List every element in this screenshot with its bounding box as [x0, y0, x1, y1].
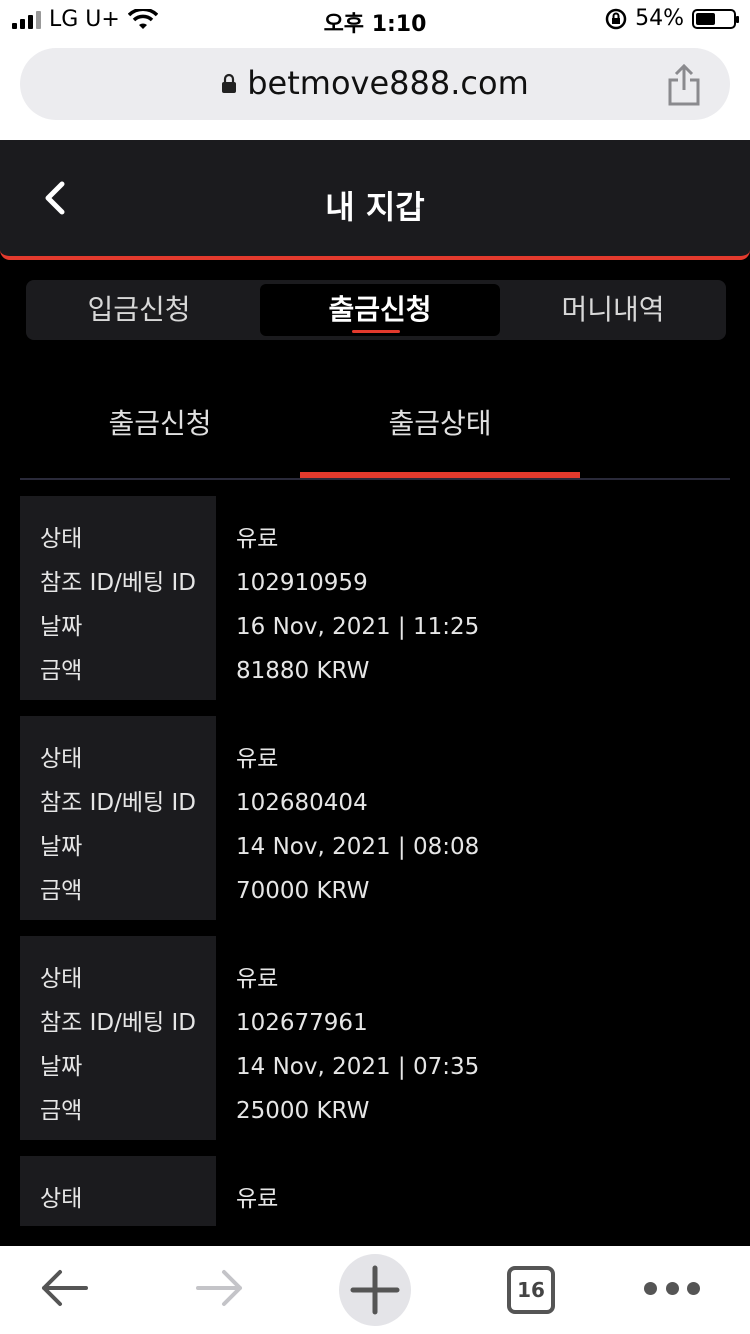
url-display[interactable]: betmove888.com [20, 64, 730, 102]
label-status: 상태 [40, 746, 83, 772]
value-ref-id: 102677961 [236, 1010, 368, 1036]
record-values: 유료 102910959 16 Nov, 2021 | 11:25 81880 … [236, 496, 479, 698]
nav-forward-icon[interactable] [194, 1268, 246, 1308]
value-ref-id: 102910959 [236, 570, 368, 596]
label-status: 상태 [40, 526, 83, 552]
battery-icon [692, 8, 739, 29]
label-date: 날짜 [40, 1054, 83, 1080]
value-status: 유료 [236, 746, 279, 772]
tabs-button[interactable]: 16 [507, 1266, 555, 1314]
subtab-withdraw-request[interactable]: 출금신청 [20, 402, 300, 442]
label-status: 상태 [40, 1186, 83, 1212]
record-values: 유료 [236, 1156, 278, 1226]
value-status: 유료 [236, 526, 279, 552]
tab-label: 입금신청 [87, 293, 191, 326]
tab-deposit-request[interactable]: 입금신청 [26, 284, 252, 336]
label-ref-id: 참조 ID/베팅 ID [40, 790, 196, 816]
record-labels: 상태 [20, 1156, 216, 1226]
more-options-icon[interactable] [644, 1282, 700, 1298]
value-amount: 81880 KRW [236, 658, 370, 684]
plus-icon [350, 1265, 400, 1315]
withdraw-records-list[interactable]: 상태 참조 ID/베팅 ID 날짜 금액 유료 102910959 16 Nov… [20, 496, 730, 1226]
status-bar: LG U+ 오후 1:10 54% [0, 0, 750, 40]
url-text: betmove888.com [247, 64, 529, 102]
list-item: 상태 참조 ID/베팅 ID 날짜 금액 유료 102677961 14 Nov… [20, 936, 730, 1140]
record-labels: 상태 참조 ID/베팅 ID 날짜 금액 [20, 936, 216, 1140]
list-item: 상태 참조 ID/베팅 ID 날짜 금액 유료 102910959 16 Nov… [20, 496, 730, 700]
browser-chrome-top: LG U+ 오후 1:10 54% betmove888.com [0, 0, 750, 140]
record-labels: 상태 참조 ID/베팅 ID 날짜 금액 [20, 496, 216, 700]
label-amount: 금액 [40, 658, 83, 684]
active-subtab-indicator [300, 472, 580, 478]
battery-percent: 54% [635, 6, 684, 31]
label-ref-id: 참조 ID/베팅 ID [40, 570, 196, 596]
value-date: 16 Nov, 2021 | 11:25 [236, 614, 480, 640]
record-values: 유료 102677961 14 Nov, 2021 | 07:35 25000 … [236, 936, 479, 1138]
value-date: 14 Nov, 2021 | 07:35 [236, 1054, 480, 1080]
label-ref-id: 참조 ID/베팅 ID [40, 1010, 196, 1036]
page-title: 내 지갑 [325, 188, 425, 226]
record-labels: 상태 참조 ID/베팅 ID 날짜 금액 [20, 716, 216, 920]
tab-withdraw-request[interactable]: 출금신청 [260, 284, 500, 336]
label-amount: 금액 [40, 878, 83, 904]
subtab-withdraw-status[interactable]: 출금상태 [300, 402, 580, 442]
label-amount: 금액 [40, 1098, 83, 1124]
label-date: 날짜 [40, 834, 83, 860]
value-ref-id: 102680404 [236, 790, 368, 816]
label-date: 날짜 [40, 614, 83, 640]
browser-toolbar: 16 [0, 1246, 750, 1334]
lock-icon [222, 73, 237, 93]
share-icon[interactable] [666, 62, 702, 106]
tab-label: 출금신청 [328, 293, 432, 326]
label-status: 상태 [40, 966, 83, 992]
wallet-tabs: 입금신청 출금신청 머니내역 [26, 280, 726, 340]
nav-back-icon[interactable] [38, 1268, 90, 1308]
tab-label: 머니내역 [561, 293, 665, 326]
new-tab-button[interactable] [339, 1254, 411, 1326]
withdraw-sub-tabs: 출금신청 출금상태 [20, 380, 730, 480]
record-values: 유료 102680404 14 Nov, 2021 | 08:08 70000 … [236, 716, 479, 918]
app-header: 내 지갑 [0, 140, 750, 260]
status-right: 54% [605, 6, 739, 31]
value-status: 유료 [236, 1186, 279, 1212]
list-item: 상태 참조 ID/베팅 ID 날짜 금액 유료 102680404 14 Nov… [20, 716, 730, 920]
tab-money-history[interactable]: 머니내역 [500, 284, 726, 336]
value-amount: 70000 KRW [236, 878, 370, 904]
orientation-lock-icon [605, 8, 627, 29]
url-bar[interactable]: betmove888.com [20, 48, 730, 120]
list-item: 상태 유료 [20, 1156, 730, 1226]
active-tab-indicator [352, 330, 400, 333]
value-status: 유료 [236, 966, 279, 992]
value-amount: 25000 KRW [236, 1098, 370, 1124]
value-date: 14 Nov, 2021 | 08:08 [236, 834, 480, 860]
